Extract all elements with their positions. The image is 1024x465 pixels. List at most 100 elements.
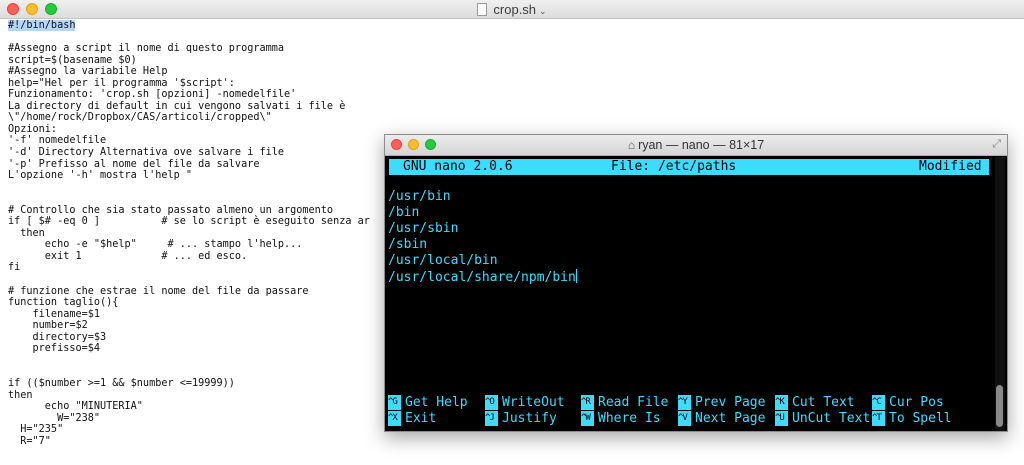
- code-line: \"/home/rock/Dropbox/CAS/articoli/croppe…: [8, 112, 388, 124]
- code-line-text: prefisso=$4: [8, 343, 101, 355]
- code-line: L'opzione '-h' mostra l'help ": [8, 170, 388, 182]
- code-line: if (($number >=1 && $number <=19999)): [8, 378, 388, 390]
- code-line: help="Hel per il programma '$script':: [8, 78, 388, 90]
- path-line: /usr/local/bin: [388, 253, 498, 268]
- shortcut-next-page[interactable]: ^V Next Page: [678, 411, 765, 427]
- code-line: '-p' Prefisso al nome del file da salvar…: [8, 159, 388, 171]
- code-line: #Assegno la variabile Help: [8, 66, 388, 78]
- shortcut-key: ^V: [678, 411, 691, 426]
- code-line-text: exit 1 # ... ed esco.: [8, 250, 248, 262]
- code-line: function taglio(){: [8, 297, 388, 309]
- nano-filename: File: /etc/paths: [611, 159, 737, 174]
- code-line: Opzioni:: [8, 124, 388, 136]
- shortcut-to-spell[interactable]: ^T To Spell: [872, 411, 952, 427]
- code-line-text: #Assegno a script il nome di questo prog…: [8, 43, 285, 55]
- code-line-text: #!/bin/bash: [8, 20, 76, 31]
- shortcut-key: ^W: [581, 411, 594, 426]
- code-line: '-f' nomedelfile: [8, 135, 388, 147]
- code-line-text: '-d' Directory Alternativa ove salvare i…: [8, 147, 285, 159]
- code-line-text: La directory di default in cui vengono s…: [8, 100, 346, 112]
- code-line-text: echo "MINUTERIA": [8, 401, 143, 413]
- shortcut-label: Exit: [405, 411, 437, 426]
- shortcut-read-file[interactable]: ^R Read File: [581, 395, 668, 411]
- shortcut-key: ^G: [388, 395, 401, 410]
- code-line: exit 1 # ... ed esco.: [8, 251, 388, 263]
- shortcut-label: UnCut Text: [792, 411, 871, 426]
- shortcut-label: Next Page: [695, 411, 766, 426]
- nano-editor[interactable]: GNU nano 2.0.6 File: /etc/paths Modified…: [385, 157, 1007, 431]
- shortcut-label: Prev Page: [695, 395, 766, 410]
- code-line: directory=$3: [8, 332, 388, 344]
- code-line-text: R="7": [8, 435, 51, 447]
- shortcut-exit[interactable]: ^X Exit: [388, 411, 436, 427]
- code-line: number=$2: [8, 320, 388, 332]
- code-line-text: \"/home/rock/Dropbox/CAS/articoli/croppe…: [8, 112, 272, 124]
- code-line: then: [8, 228, 388, 240]
- code-line: #!/bin/bash: [8, 20, 388, 32]
- nano-version: GNU nano 2.0.6: [403, 159, 513, 174]
- code-line: # Controllo che sia stato passato almeno…: [8, 205, 388, 217]
- shortcut-key: ^U: [775, 411, 788, 426]
- path-line: /usr/sbin: [388, 221, 459, 236]
- shortcut-key: ^Y: [678, 395, 691, 410]
- shortcut-label: Read File: [598, 395, 669, 410]
- path-line: /usr/bin: [388, 189, 451, 204]
- shortcut-key: ^K: [775, 395, 788, 410]
- code-line: #Assegno a script il nome di questo prog…: [8, 43, 388, 55]
- code-line: then: [8, 390, 388, 402]
- code-line: prefisso=$4: [8, 343, 388, 355]
- scrollbar-thumb[interactable]: [996, 385, 1003, 427]
- shortcut-key: ^O: [485, 395, 498, 410]
- code-line-text: #Assegno la variabile Help: [8, 66, 168, 78]
- terminal-window[interactable]: ⌂ ryan — nano — 81×17 ⤢ GNU nano 2.0.6 Fi…: [384, 134, 1008, 432]
- editor-titlebar: crop.sh ⌄: [0, 0, 1024, 19]
- shortcut-key: ^C: [872, 395, 885, 410]
- code-line-text: help="Hel per il programma '$script':: [8, 77, 235, 89]
- shortcut-uncut-text[interactable]: ^U UnCut Text: [775, 411, 870, 427]
- code-line-text: filename=$1: [8, 308, 101, 320]
- shortcut-label: Cur Pos: [889, 395, 944, 410]
- code-line-text: function taglio(){: [8, 297, 119, 309]
- code-line-text: L'opzione '-h' mostra l'help ": [8, 170, 193, 182]
- code-line-text: fi: [8, 262, 21, 274]
- code-line-text: W="238": [8, 412, 101, 424]
- shortcut-cur-pos[interactable]: ^C Cur Pos: [872, 395, 944, 411]
- text-cursor: [575, 269, 577, 283]
- shortcut-prev-page[interactable]: ^Y Prev Page: [678, 395, 765, 411]
- code-line: R="7": [8, 436, 388, 448]
- shortcut-cut-text[interactable]: ^K Cut Text: [775, 395, 855, 411]
- code-line: echo "MINUTERIA": [8, 401, 388, 413]
- code-line: if [ $# -eq 0 ] # se lo script è eseguit…: [8, 216, 388, 228]
- shortcut-label: Get Help: [405, 395, 468, 410]
- shortcut-writeout[interactable]: ^O WriteOut: [485, 395, 565, 411]
- fullscreen-icon[interactable]: ⤢: [992, 138, 1001, 151]
- path-line-text: /usr/local/share/npm/bin: [388, 270, 576, 285]
- shortcut-key: ^X: [388, 411, 401, 426]
- shortcut-label: Justify: [502, 411, 557, 426]
- editor-title-text: crop.sh: [493, 2, 537, 17]
- code-line: La directory di default in cui vengono s…: [8, 101, 388, 113]
- code-line: # funzione che estrae il nome del file d…: [8, 286, 388, 298]
- shortcut-key: ^T: [872, 411, 885, 426]
- shortcut-label: To Spell: [889, 411, 952, 426]
- terminal-scrollbar[interactable]: [995, 157, 1005, 431]
- code-line: '-d' Directory Alternativa ove salvare i…: [8, 147, 388, 159]
- path-line: /bin: [388, 205, 420, 220]
- shortcut-justify[interactable]: ^J Justify: [485, 411, 557, 427]
- script-text-area[interactable]: #!/bin/bash #Assegno a script il nome di …: [8, 20, 388, 465]
- code-line-text: directory=$3: [8, 331, 107, 343]
- editor-title[interactable]: crop.sh ⌄: [0, 2, 1024, 17]
- code-line: filename=$1: [8, 309, 388, 321]
- shortcut-where-is[interactable]: ^W Where Is: [581, 411, 661, 427]
- chevron-down-icon[interactable]: ⌄: [539, 6, 547, 16]
- code-line-text: script=$(basename $0): [8, 54, 137, 66]
- code-line-text: then: [8, 227, 45, 239]
- code-line-text: # funzione che estrae il nome del file d…: [8, 285, 309, 297]
- path-line: /sbin: [388, 237, 428, 252]
- shortcut-get-help[interactable]: ^G Get Help: [388, 395, 468, 411]
- shortcut-label: Where Is: [598, 411, 661, 426]
